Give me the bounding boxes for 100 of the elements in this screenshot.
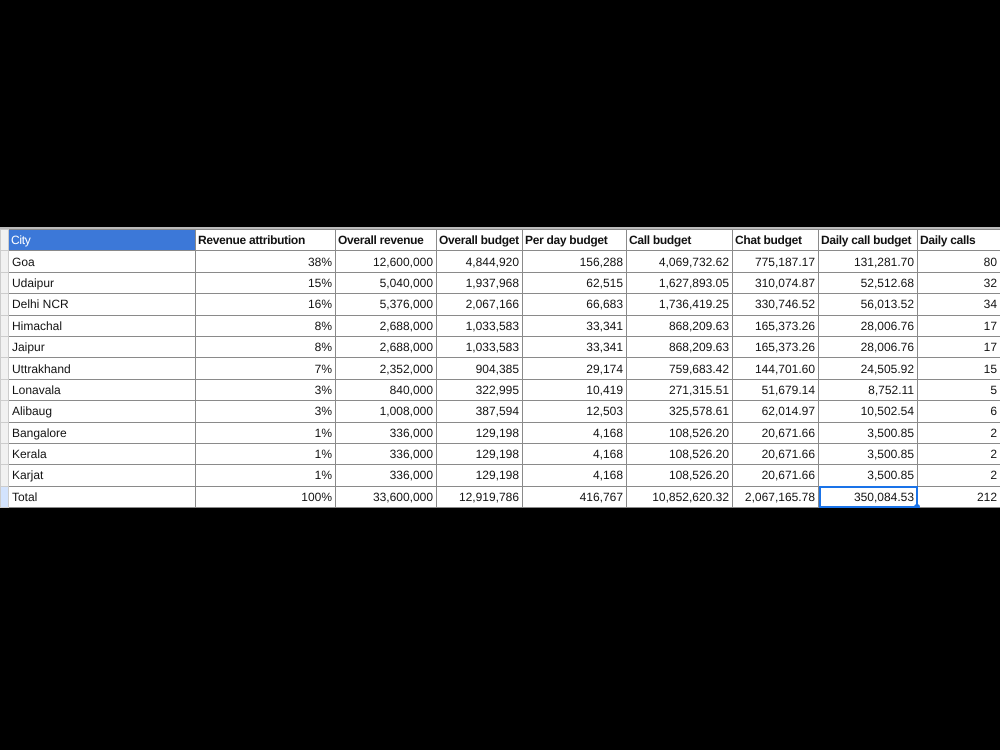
table-cell[interactable]: 62,515 xyxy=(522,272,626,294)
table-cell[interactable]: 100% xyxy=(196,486,336,508)
table-cell[interactable]: Kerala xyxy=(8,443,196,465)
table-cell[interactable]: 33,341 xyxy=(522,336,626,358)
row-header[interactable] xyxy=(0,358,8,380)
table-cell[interactable]: 759,683.42 xyxy=(626,358,732,380)
row-header[interactable] xyxy=(0,250,8,272)
table-cell[interactable]: 8,752.11 xyxy=(818,379,918,401)
table-cell[interactable]: 66,683 xyxy=(522,294,626,316)
table-cell[interactable]: 2,352,000 xyxy=(336,358,436,380)
table-cell[interactable]: Himachal xyxy=(8,315,196,336)
table-cell[interactable]: 24,505.92 xyxy=(818,358,918,380)
table-cell[interactable]: 51,679.14 xyxy=(732,379,818,401)
table-cell[interactable]: 3,500.85 xyxy=(818,422,918,444)
table-cell[interactable]: 3% xyxy=(196,379,336,401)
table-cell[interactable]: 1,033,583 xyxy=(436,336,522,358)
row-header[interactable] xyxy=(0,272,8,294)
row-header[interactable] xyxy=(0,315,8,336)
table-cell[interactable]: 4,168 xyxy=(522,464,626,486)
table-cell[interactable]: 2,067,165.78 xyxy=(732,486,818,508)
table-cell[interactable]: 62,014.97 xyxy=(732,400,818,422)
table-cell[interactable]: 20,671.66 xyxy=(732,422,818,444)
table-cell[interactable]: 156,288 xyxy=(522,250,626,272)
table-cell[interactable]: 325,578.61 xyxy=(626,400,732,422)
table-cell[interactable]: 10,852,620.32 xyxy=(626,486,732,508)
table-cell[interactable]: 7% xyxy=(196,358,336,380)
table-cell[interactable]: 1,937,968 xyxy=(436,272,522,294)
table-cell[interactable]: 904,385 xyxy=(436,358,522,380)
table-cell[interactable]: 336,000 xyxy=(336,422,436,444)
table-cell[interactable]: 108,526.20 xyxy=(626,443,732,465)
table-cell[interactable]: 5,376,000 xyxy=(336,294,436,316)
row-header[interactable] xyxy=(0,422,8,444)
fill-handle[interactable] xyxy=(914,504,920,508)
table-cell[interactable]: 38% xyxy=(196,250,336,272)
table-cell[interactable]: 1,008,000 xyxy=(336,400,436,422)
table-cell[interactable]: Goa xyxy=(8,250,196,272)
table-cell[interactable]: 33,600,000 xyxy=(336,486,436,508)
table-cell[interactable]: 271,315.51 xyxy=(626,379,732,401)
row-header[interactable] xyxy=(0,379,8,401)
table-cell[interactable]: 12,503 xyxy=(522,400,626,422)
table-cell[interactable]: 4,069,732.62 xyxy=(626,250,732,272)
table-cell[interactable]: 3% xyxy=(196,400,336,422)
row-header[interactable] xyxy=(0,400,8,422)
table-cell[interactable]: 775,187.17 xyxy=(732,250,818,272)
row-header[interactable] xyxy=(0,230,8,251)
table-cell[interactable]: 1% xyxy=(196,464,336,486)
table-cell[interactable]: 33,341 xyxy=(522,315,626,336)
table-cell[interactable]: 1% xyxy=(196,443,336,465)
table-cell[interactable]: 1,736,419.25 xyxy=(626,294,732,316)
table-cell[interactable]: Bangalore xyxy=(8,422,196,444)
table-cell[interactable]: 16% xyxy=(196,294,336,316)
table-cell[interactable]: 416,767 xyxy=(522,486,626,508)
row-header[interactable] xyxy=(0,443,8,465)
table-cell[interactable]: 10,502.54 xyxy=(818,400,918,422)
table-cell[interactable]: 3,500.85 xyxy=(818,443,918,465)
table-cell[interactable]: 5,040,000 xyxy=(336,272,436,294)
table-cell[interactable]: Jaipur xyxy=(8,336,196,358)
table-cell[interactable]: Alibaug xyxy=(8,400,196,422)
table-cell[interactable]: 165,373.26 xyxy=(732,336,818,358)
table-cell[interactable]: 2,688,000 xyxy=(336,336,436,358)
table-cell[interactable]: 336,000 xyxy=(336,443,436,465)
table-cell[interactable]: 129,198 xyxy=(436,464,522,486)
table-cell[interactable]: 131,281.70 xyxy=(818,250,918,272)
table-cell[interactable]: 12,600,000 xyxy=(336,250,436,272)
table-cell[interactable]: 840,000 xyxy=(336,379,436,401)
table-cell[interactable]: Uttrakhand xyxy=(8,358,196,380)
table-cell[interactable]: 28,006.76 xyxy=(818,315,918,336)
table-cell[interactable]: 1,033,583 xyxy=(436,315,522,336)
table-cell[interactable]: 4,168 xyxy=(522,443,626,465)
table-cell[interactable]: 165,373.26 xyxy=(732,315,818,336)
table-cell[interactable]: 4,168 xyxy=(522,422,626,444)
table-cell[interactable]: 108,526.20 xyxy=(626,464,732,486)
table-cell[interactable]: 2,688,000 xyxy=(336,315,436,336)
table-cell[interactable]: Lonavala xyxy=(8,379,196,401)
table-cell[interactable]: 20,671.66 xyxy=(732,464,818,486)
table-cell[interactable]: 144,701.60 xyxy=(732,358,818,380)
table-cell[interactable]: 108,526.20 xyxy=(626,422,732,444)
table-cell[interactable]: Karjat xyxy=(8,464,196,486)
table-cell[interactable]: 868,209.63 xyxy=(626,315,732,336)
table-cell[interactable]: 8% xyxy=(196,315,336,336)
table-cell[interactable]: 387,594 xyxy=(436,400,522,422)
table-cell[interactable]: 129,198 xyxy=(436,443,522,465)
table-cell[interactable]: 1% xyxy=(196,422,336,444)
table-cell[interactable]: Udaipur xyxy=(8,272,196,294)
table-cell[interactable]: 350,084.53 xyxy=(818,486,918,508)
table-cell[interactable]: 56,013.52 xyxy=(818,294,918,316)
table-cell[interactable]: Total xyxy=(8,486,196,508)
table-cell[interactable]: 12,919,786 xyxy=(436,486,522,508)
row-header[interactable] xyxy=(0,336,8,358)
table-cell[interactable]: 322,995 xyxy=(436,379,522,401)
table-cell[interactable]: 310,074.87 xyxy=(732,272,818,294)
table-cell[interactable]: 1,627,893.05 xyxy=(626,272,732,294)
table-cell[interactable]: 20,671.66 xyxy=(732,443,818,465)
table-cell[interactable]: 129,198 xyxy=(436,422,522,444)
row-header[interactable] xyxy=(0,464,8,486)
table-cell[interactable]: 4,844,920 xyxy=(436,250,522,272)
table-cell[interactable]: 2,067,166 xyxy=(436,294,522,316)
table-cell[interactable]: 15% xyxy=(196,272,336,294)
table-cell[interactable]: 330,746.52 xyxy=(732,294,818,316)
table-cell[interactable]: 868,209.63 xyxy=(626,336,732,358)
